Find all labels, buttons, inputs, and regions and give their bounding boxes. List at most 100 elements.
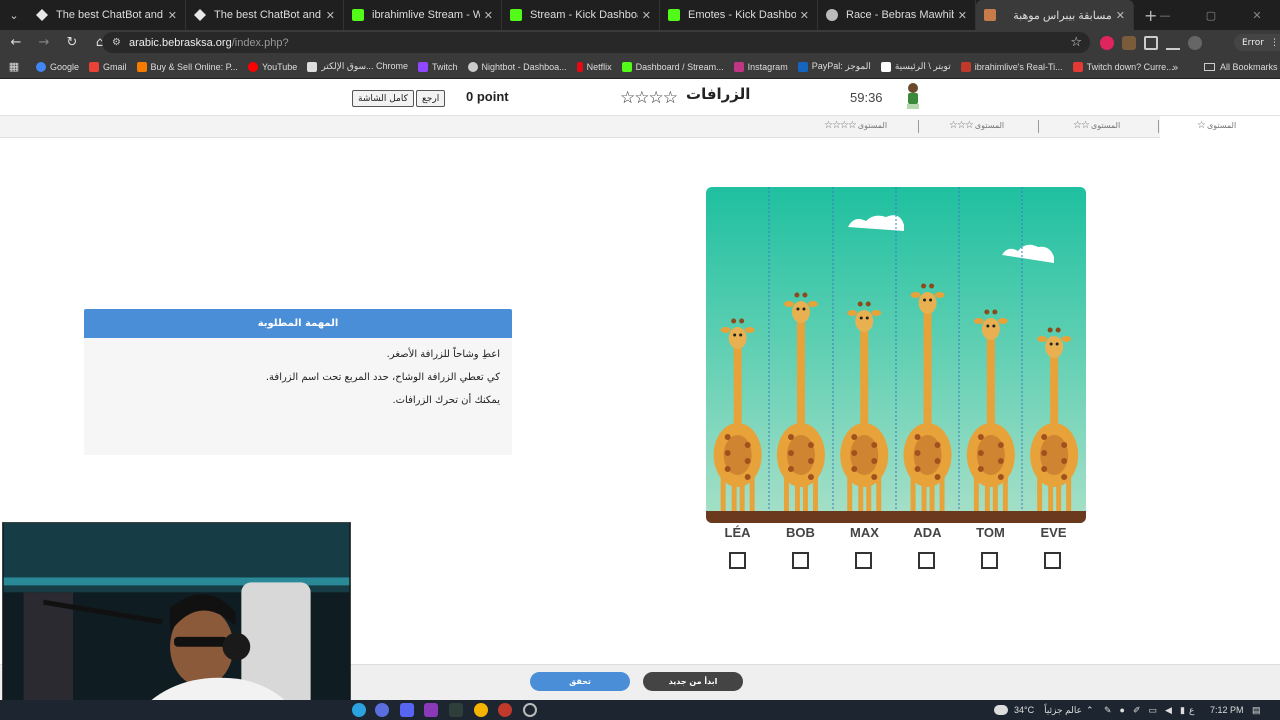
bookmark-twitter[interactable]: تويتر \ الرئيسية bbox=[880, 61, 951, 72]
media-icon[interactable] bbox=[1166, 36, 1180, 50]
bookmark-star-icon[interactable]: ☆ bbox=[1070, 35, 1082, 50]
giraffe-name: TOM bbox=[976, 525, 1005, 540]
more-bookmarks-icon[interactable]: » bbox=[1172, 55, 1179, 79]
clock[interactable]: 7:12 PM bbox=[1210, 700, 1244, 720]
bookmark-twitch[interactable]: Twitch bbox=[418, 61, 458, 72]
level-tab-2[interactable]: ☆☆ المستوى bbox=[1073, 120, 1120, 131]
scarf-checkbox-max[interactable] bbox=[855, 552, 872, 569]
network-icon[interactable]: ▭ bbox=[1149, 705, 1158, 716]
shop-icon bbox=[136, 61, 147, 72]
bookmark-twitch-down[interactable]: Twitch down? Curre... bbox=[1072, 61, 1174, 72]
notification-icon[interactable]: ▤ bbox=[1252, 700, 1261, 720]
bookmark-gmail[interactable]: Gmail bbox=[89, 61, 127, 72]
fullscreen-button[interactable]: كامل الشاشة bbox=[352, 90, 414, 107]
scarf-checkbox-ada[interactable] bbox=[918, 552, 935, 569]
app-icon[interactable] bbox=[375, 703, 389, 717]
google-icon bbox=[36, 61, 46, 72]
bookmark-nightbot[interactable]: Nightbot - Dashboa... bbox=[467, 61, 567, 72]
browser-tab[interactable]: The best ChatBot and Widgets✕ bbox=[28, 0, 186, 30]
scarf-checkbox-lea[interactable] bbox=[729, 552, 746, 569]
all-bookmarks[interactable]: All Bookmarks bbox=[1204, 55, 1278, 79]
bookmark-youtube[interactable]: YouTube bbox=[247, 61, 297, 72]
tab-search-icon[interactable]: ⌄ bbox=[0, 0, 28, 30]
close-icon[interactable]: ✕ bbox=[800, 9, 809, 22]
bookmark-realtime[interactable]: ibrahimlive's Real-Ti... bbox=[960, 61, 1063, 72]
back-button[interactable]: ارجع bbox=[416, 90, 446, 107]
bookmark-dashboard[interactable]: Dashboard / Stream... bbox=[621, 61, 724, 72]
task-panel-header: المهمة المطلوبة bbox=[84, 309, 512, 338]
discord-icon[interactable] bbox=[400, 703, 414, 717]
back-arrow-icon[interactable]: ← bbox=[4, 35, 28, 50]
check-button[interactable]: تحقق bbox=[530, 672, 630, 691]
level-tabs: ☆☆☆☆ المستوى ☆☆☆ المستوى ☆☆ المستوى ☆ المستو… bbox=[0, 116, 1280, 138]
task-stars: ☆☆☆☆ bbox=[620, 88, 678, 108]
restart-button[interactable]: ابدأ من جديد bbox=[643, 672, 743, 691]
level-divider bbox=[918, 120, 919, 133]
gmail-icon bbox=[89, 61, 100, 72]
scarf-checkbox-eve[interactable] bbox=[1044, 552, 1061, 569]
weather-widget[interactable]: 34°C عالم جزئياً bbox=[994, 700, 1082, 720]
level-tab-3[interactable]: ☆☆☆ المستوى bbox=[949, 120, 1004, 131]
browser-tab-active[interactable]: مسابقة بيبراس موهبة ✕ bbox=[976, 0, 1134, 30]
forward-arrow-icon[interactable]: → bbox=[32, 35, 56, 50]
bookmark-netflix[interactable]: Netflix bbox=[576, 61, 612, 72]
bookmark-market[interactable]: سوق الإلكتر... Chrome bbox=[307, 61, 408, 72]
scarf-checkbox-tom[interactable] bbox=[981, 552, 998, 569]
chrome-icon[interactable] bbox=[474, 703, 488, 717]
extension-icon[interactable] bbox=[1122, 35, 1136, 50]
mic-icon[interactable]: ● bbox=[1120, 705, 1125, 715]
tray-chevron-icon[interactable]: ⌃ bbox=[1086, 700, 1094, 720]
close-icon[interactable]: ✕ bbox=[326, 9, 335, 22]
bookmark-buy-sell[interactable]: Buy & Sell Online: P... bbox=[136, 61, 238, 72]
level-tab-4[interactable]: ☆☆☆☆ المستوى bbox=[824, 120, 887, 131]
edge-icon[interactable] bbox=[352, 703, 366, 717]
volume-icon[interactable]: ◀ bbox=[1165, 705, 1172, 716]
tab-favicon bbox=[984, 9, 996, 21]
close-icon[interactable]: ✕ bbox=[642, 9, 651, 22]
points-display: 0 point bbox=[466, 89, 509, 104]
weather-icon bbox=[994, 705, 1008, 715]
pen-icon[interactable]: ✎ bbox=[1104, 705, 1112, 716]
error-button[interactable]: Error ⋮ bbox=[1234, 34, 1280, 51]
apps-grid-icon[interactable]: ▦ bbox=[2, 60, 26, 73]
input-language[interactable]: ع bbox=[1189, 700, 1194, 720]
giraffe-scene bbox=[706, 187, 1086, 523]
scarf-checkbox-bob[interactable] bbox=[792, 552, 809, 569]
folder-icon bbox=[1204, 63, 1215, 71]
window-close-icon[interactable]: ✕ bbox=[1234, 9, 1280, 22]
browser-tab[interactable]: Emotes - Kick Dashboard✕ bbox=[660, 0, 818, 30]
close-icon[interactable]: ✕ bbox=[168, 9, 177, 22]
browser-tab[interactable]: The best ChatBot and Widgets✕ bbox=[186, 0, 344, 30]
task-instruction: كي تعطي الزرافة الوشاح، حدد المربع تحت ا… bbox=[265, 372, 500, 383]
battery-icon[interactable]: ▮ bbox=[1180, 705, 1185, 716]
obs-icon[interactable] bbox=[523, 703, 537, 717]
browser-tab[interactable]: Race - Bebras Mawhiba ✕ bbox=[818, 0, 976, 30]
extension-icon[interactable] bbox=[1100, 35, 1114, 50]
reload-icon[interactable]: ↻ bbox=[60, 35, 84, 50]
bookmark-google[interactable]: Google bbox=[36, 61, 79, 72]
url-field[interactable]: ⚙ arabic.bebrasksa.org/index.php? ☆ bbox=[102, 32, 1090, 53]
pen-icon[interactable]: ✐ bbox=[1133, 705, 1141, 716]
close-icon[interactable]: ✕ bbox=[958, 9, 967, 22]
extension-icons bbox=[1100, 30, 1202, 55]
app-icon[interactable] bbox=[424, 703, 438, 717]
site-info-icon[interactable]: ⚙ bbox=[112, 37, 121, 48]
kebab-menu-icon[interactable]: ⋮ bbox=[1270, 38, 1279, 48]
app-icon[interactable] bbox=[449, 703, 463, 717]
bookmark-paypal[interactable]: PayPal: الموجز bbox=[797, 61, 871, 72]
profile-icon[interactable] bbox=[1188, 35, 1202, 50]
app-icon[interactable] bbox=[498, 703, 512, 717]
task-panel: المهمة المطلوبة اعطِ وشاحاً للزرافة الأص… bbox=[84, 309, 512, 455]
level-tab-1[interactable]: ☆ المستوى bbox=[1197, 120, 1236, 131]
maximize-icon[interactable]: ▢ bbox=[1188, 9, 1234, 22]
mascot-logo bbox=[907, 83, 919, 109]
close-icon[interactable]: ✕ bbox=[484, 9, 493, 22]
netflix-icon bbox=[576, 61, 583, 72]
puzzle-icon[interactable] bbox=[1144, 35, 1158, 50]
bookmark-instagram[interactable]: Instagram bbox=[733, 61, 788, 72]
close-icon[interactable]: ✕ bbox=[1116, 9, 1125, 22]
browser-tab[interactable]: Stream - Kick Dashboard✕ bbox=[502, 0, 660, 30]
browser-tab[interactable]: ibrahimlive Stream - Watch Live✕ bbox=[344, 0, 502, 30]
minimize-icon[interactable]: — bbox=[1142, 9, 1188, 22]
twitch-icon bbox=[418, 61, 429, 72]
